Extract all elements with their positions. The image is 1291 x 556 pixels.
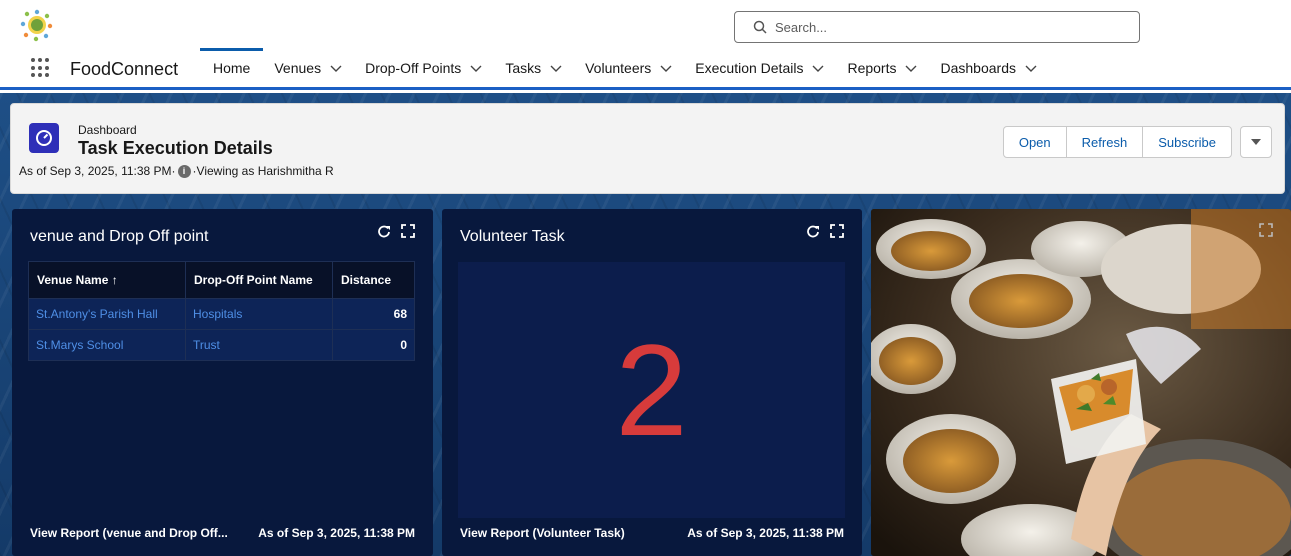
as-of-timestamp: As of Sep 3, 2025, 11:38 PM· <box>19 164 176 178</box>
tab-dashboards[interactable]: Dashboards <box>929 48 1049 87</box>
widget-actions <box>377 224 415 238</box>
chevron-down-icon[interactable] <box>904 63 918 73</box>
chevron-down-icon[interactable] <box>469 63 483 73</box>
chevron-down-icon[interactable] <box>549 63 563 73</box>
open-button[interactable]: Open <box>1002 126 1067 158</box>
food-serving-image <box>871 209 1291 556</box>
subscribe-button[interactable]: Subscribe <box>1142 126 1232 158</box>
tab-label: Reports <box>847 59 897 76</box>
tab-label: Volunteers <box>585 59 652 76</box>
tab-execution-details[interactable]: Execution Details <box>684 48 836 87</box>
expand-icon[interactable] <box>1259 223 1273 237</box>
app-launcher-icon[interactable] <box>31 58 51 78</box>
dashboard-actions: Open Refresh Subscribe <box>1002 126 1272 158</box>
tab-label: Dashboards <box>940 59 1016 76</box>
chevron-down-icon[interactable] <box>659 63 673 73</box>
tab-reports[interactable]: Reports <box>836 48 929 87</box>
nav-tabs: Home Venues Drop-Off Points Tasks Volunt… <box>200 48 1049 87</box>
table-row: St.Antony's Parish Hall Hospitals 68 <box>28 298 415 330</box>
widget-footer: View Report (venue and Drop Off... As of… <box>30 526 415 540</box>
app-nav-bar: FoodConnect Home Venues Drop-Off Points … <box>0 48 1291 90</box>
tab-drop-off-points[interactable]: Drop-Off Points <box>354 48 494 87</box>
global-search[interactable] <box>734 11 1140 43</box>
widget-actions <box>1259 223 1273 237</box>
column-header-distance[interactable]: Distance <box>332 261 415 299</box>
refresh-button[interactable]: Refresh <box>1065 126 1144 158</box>
venue-dropoff-table: Venue Name ↑ Drop-Off Point Name Distanc… <box>28 261 415 361</box>
tab-venues[interactable]: Venues <box>263 48 354 87</box>
dashboard-canvas: Dashboard Task Execution Details As of S… <box>0 93 1291 556</box>
refresh-icon[interactable] <box>806 224 820 238</box>
tab-volunteers[interactable]: Volunteers <box>574 48 684 87</box>
venue-link[interactable]: St.Marys School <box>36 338 123 352</box>
search-input[interactable] <box>775 19 1115 35</box>
more-actions-button[interactable] <box>1240 126 1272 158</box>
refresh-icon[interactable] <box>377 224 391 238</box>
chevron-down-icon[interactable] <box>1024 63 1038 73</box>
widget-timestamp: As of Sep 3, 2025, 11:38 PM <box>258 526 415 540</box>
tab-label: Execution Details <box>695 59 804 76</box>
dashboard-icon <box>29 123 59 153</box>
distance-value: 68 <box>332 298 415 330</box>
column-header-venue[interactable]: Venue Name ↑ <box>28 261 186 299</box>
tab-label: Home <box>213 59 251 76</box>
foodconnect-logo[interactable] <box>20 8 54 42</box>
drop-off-link[interactable]: Trust <box>193 338 220 352</box>
volunteer-task-widget: Volunteer Task 2 View Report (Volunteer … <box>442 209 862 556</box>
tab-tasks[interactable]: Tasks <box>494 48 574 87</box>
tab-label: Drop-Off Points <box>365 59 462 76</box>
viewing-as-text: ·Viewing as Harishmitha R <box>192 164 334 178</box>
food-image-widget <box>871 209 1291 556</box>
metric-display[interactable]: 2 <box>458 262 845 518</box>
drop-off-link[interactable]: Hospitals <box>193 307 242 321</box>
tab-label: Tasks <box>505 59 542 76</box>
view-report-link[interactable]: View Report (Volunteer Task) <box>460 526 625 540</box>
widget-title: venue and Drop Off point <box>30 228 209 245</box>
dashboard-header: Dashboard Task Execution Details As of S… <box>10 103 1285 194</box>
page-title: Task Execution Details <box>78 138 273 158</box>
info-icon[interactable]: i <box>177 164 191 178</box>
widget-title: Volunteer Task <box>460 228 565 245</box>
expand-icon[interactable] <box>401 224 415 238</box>
column-header-drop-off[interactable]: Drop-Off Point Name <box>185 261 333 299</box>
expand-icon[interactable] <box>830 224 844 238</box>
widget-actions <box>806 224 844 238</box>
search-icon <box>753 20 767 34</box>
view-report-link[interactable]: View Report (venue and Drop Off... <box>30 526 228 540</box>
tab-label: Venues <box>274 59 322 76</box>
dashboard-type-label: Dashboard <box>78 123 137 137</box>
distance-value: 0 <box>332 329 415 361</box>
global-header <box>0 0 1291 48</box>
widget-timestamp: As of Sep 3, 2025, 11:38 PM <box>687 526 844 540</box>
metric-value: 2 <box>615 317 688 463</box>
app-name: FoodConnect <box>70 59 179 79</box>
dashboard-meta: As of Sep 3, 2025, 11:38 PM· i ·Viewing … <box>19 164 334 178</box>
caret-down-icon <box>1251 139 1261 145</box>
venue-link[interactable]: St.Antony's Parish Hall <box>36 307 158 321</box>
chevron-down-icon[interactable] <box>811 63 825 73</box>
widget-footer: View Report (Volunteer Task) As of Sep 3… <box>460 526 844 540</box>
tab-home[interactable]: Home <box>200 48 264 87</box>
venue-dropoff-widget: venue and Drop Off point Venue Name ↑ Dr… <box>12 209 433 556</box>
table-row: St.Marys School Trust 0 <box>28 329 415 361</box>
chevron-down-icon[interactable] <box>329 63 343 73</box>
